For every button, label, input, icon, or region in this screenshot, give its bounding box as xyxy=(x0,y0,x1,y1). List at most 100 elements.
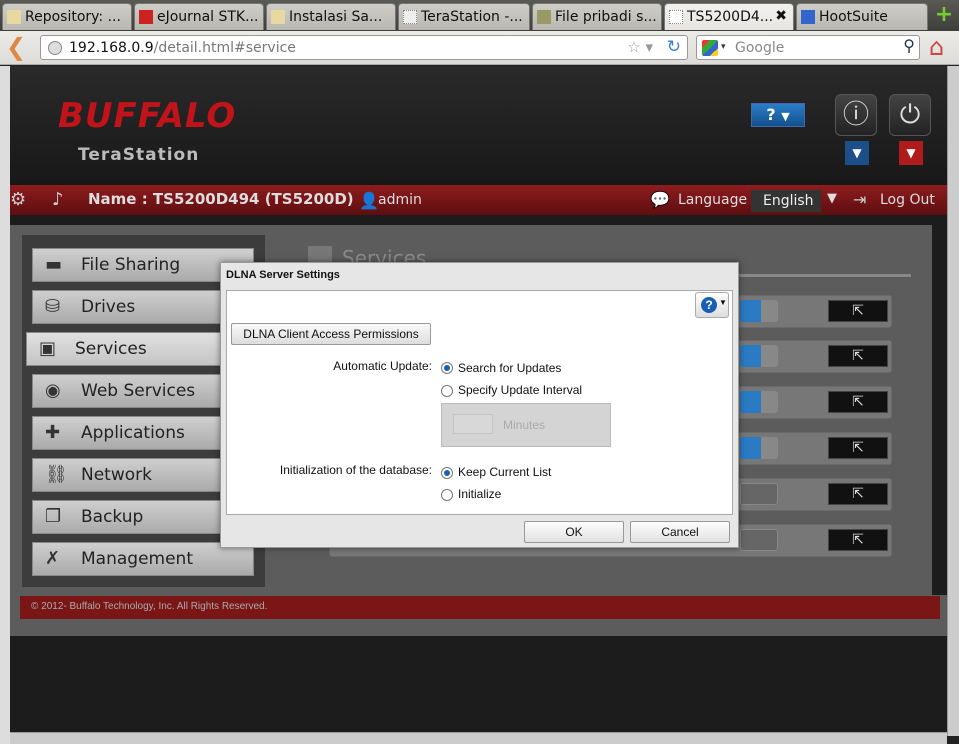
music-note-icon[interactable]: ♪ xyxy=(52,189,64,210)
page-icon xyxy=(537,10,551,24)
page-icon xyxy=(271,10,285,24)
help-button[interactable]: ? ▼ xyxy=(751,103,805,127)
tab-label: TeraStation -... xyxy=(421,9,523,25)
info-icon: ⓘ xyxy=(842,100,869,130)
cancel-button[interactable]: Cancel xyxy=(630,521,730,543)
folder-icon: ▬ xyxy=(45,254,63,275)
service-toggle[interactable] xyxy=(740,437,778,459)
brand-logo: BUFFALO xyxy=(58,96,237,136)
dlna-settings-dialog: DLNA Server Settings ? ▼ DLNA Client Acce… xyxy=(220,262,739,548)
tab-bar: Repository: ... eJournal STK... Instalas… xyxy=(0,0,959,31)
url-path: /detail.html#service xyxy=(153,40,296,56)
specify-interval-label: Specify Update Interval xyxy=(458,383,583,397)
tab-label: eJournal STK... xyxy=(157,9,259,25)
service-settings-button[interactable]: ⇱ xyxy=(828,345,888,367)
client-access-permissions-button[interactable]: DLNA Client Access Permissions xyxy=(231,323,431,345)
horizontal-scrollbar[interactable] xyxy=(10,732,947,744)
tab-ts5200d4[interactable]: TS5200D4... ✖ xyxy=(664,3,794,30)
reload-icon[interactable]: ↻ xyxy=(667,37,681,57)
minutes-input[interactable] xyxy=(453,414,493,434)
dialog-help-button[interactable]: ? ▼ xyxy=(695,292,729,318)
new-tab-icon[interactable]: + xyxy=(933,4,955,27)
service-toggle[interactable] xyxy=(740,300,778,322)
user-name: admin xyxy=(378,192,422,208)
services-icon: ▣ xyxy=(39,338,57,359)
url-bar[interactable]: 192.168.0.9/detail.html#service ☆ ▾ ↻ xyxy=(40,35,688,60)
init-database-label: Initialization of the database: xyxy=(279,463,432,477)
search-for-updates-label: Search for Updates xyxy=(458,361,562,375)
tab-terastation[interactable]: TeraStation -... xyxy=(398,3,530,30)
device-name: Name : TS5200D494 (TS5200D) xyxy=(88,190,354,208)
url-host: 192.168.0.9 xyxy=(69,40,154,56)
settings-gear-icon[interactable]: ⚙ xyxy=(10,189,26,210)
service-settings-button[interactable]: ⇱ xyxy=(828,483,888,505)
network-icon: ⛓ xyxy=(45,464,68,485)
tab-repository[interactable]: Repository: ... xyxy=(2,3,132,30)
drive-icon: ⛁ xyxy=(45,296,61,317)
page-icon xyxy=(669,10,683,24)
external-link-icon: ⇱ xyxy=(852,394,864,410)
service-settings-button[interactable]: ⇱ xyxy=(828,391,888,413)
keep-current-list-label: Keep Current List xyxy=(458,465,552,479)
tab-label: File pribadi s... xyxy=(555,9,657,25)
search-bar[interactable]: ▾ Google ⚲ xyxy=(696,35,920,60)
close-icon[interactable]: ✖ xyxy=(775,8,787,24)
web-services-icon: ◉ xyxy=(45,380,61,401)
navigation-bar: ❮ 192.168.0.9/detail.html#service ☆ ▾ ↻ … xyxy=(0,31,959,65)
external-link-icon: ⇱ xyxy=(852,440,864,456)
search-engine-dropdown-icon[interactable]: ▾ xyxy=(721,42,726,52)
search-for-updates-radio[interactable] xyxy=(441,362,453,374)
logout-link[interactable]: Log Out xyxy=(880,192,935,208)
external-link-icon: ⇱ xyxy=(852,486,864,502)
external-link-icon: ⇱ xyxy=(852,532,864,548)
footer-copyright: © 2012- Buffalo Technology, Inc. All Rig… xyxy=(20,596,940,619)
language-select[interactable]: English xyxy=(751,190,821,212)
chevron-down-icon: ▼ xyxy=(719,298,727,307)
service-toggle[interactable] xyxy=(740,391,778,413)
search-placeholder: Google xyxy=(735,40,785,56)
minutes-label: Minutes xyxy=(503,418,546,432)
page-icon xyxy=(403,10,417,24)
service-settings-button[interactable]: ⇱ xyxy=(828,300,888,322)
language-label: Language xyxy=(678,192,748,208)
page-left-margin xyxy=(0,66,10,744)
tab-file-pribadi[interactable]: File pribadi s... xyxy=(532,3,662,30)
chevron-down-icon: ▼ xyxy=(852,146,862,160)
interval-box: Minutes xyxy=(441,403,611,447)
logout-icon: ⇥ xyxy=(853,190,867,209)
status-bar: ⚙ ♪ Name : TS5200D494 (TS5200D) 👤 admin … xyxy=(10,185,947,215)
home-icon[interactable]: ⌂ xyxy=(929,33,955,61)
google-icon xyxy=(702,40,718,56)
back-arrow-icon[interactable]: ❮ xyxy=(6,35,30,60)
specify-interval-radio[interactable] xyxy=(441,385,453,397)
tab-instalasi[interactable]: Instalasi Sa... xyxy=(266,3,396,30)
bookmark-star-icon[interactable]: ☆ ▾ xyxy=(627,38,653,56)
power-dropdown[interactable]: ▼ xyxy=(899,141,923,165)
page-icon xyxy=(139,10,153,24)
tab-ejournal[interactable]: eJournal STK... xyxy=(134,3,264,30)
tab-hootsuite[interactable]: HootSuite xyxy=(796,3,928,30)
initialize-radio[interactable] xyxy=(441,489,453,501)
product-name: TeraStation xyxy=(78,145,200,165)
power-button[interactable]: ⏻ xyxy=(889,94,931,136)
wrench-icon: ✗ xyxy=(45,548,61,569)
page-bottom xyxy=(10,636,947,732)
user-icon: 👤 xyxy=(359,191,379,210)
ok-button[interactable]: OK xyxy=(524,521,624,543)
service-toggle[interactable] xyxy=(740,483,778,505)
power-icon: ⏻ xyxy=(899,100,921,130)
keep-current-list-radio[interactable] xyxy=(441,467,453,479)
service-toggle[interactable] xyxy=(740,529,778,551)
info-button[interactable]: ⓘ xyxy=(835,94,877,136)
external-link-icon: ⇱ xyxy=(852,348,864,364)
service-toggle[interactable] xyxy=(740,345,778,367)
chevron-down-icon[interactable]: ▼ xyxy=(827,191,837,206)
search-icon[interactable]: ⚲ xyxy=(903,36,915,55)
service-settings-button[interactable]: ⇱ xyxy=(828,529,888,551)
vertical-scrollbar[interactable] xyxy=(947,66,959,736)
info-dropdown[interactable]: ▼ xyxy=(845,141,869,165)
chevron-down-icon: ▼ xyxy=(906,146,916,160)
globe-icon xyxy=(48,41,62,55)
language-icon: 💬 xyxy=(650,190,670,209)
service-settings-button[interactable]: ⇱ xyxy=(828,437,888,459)
